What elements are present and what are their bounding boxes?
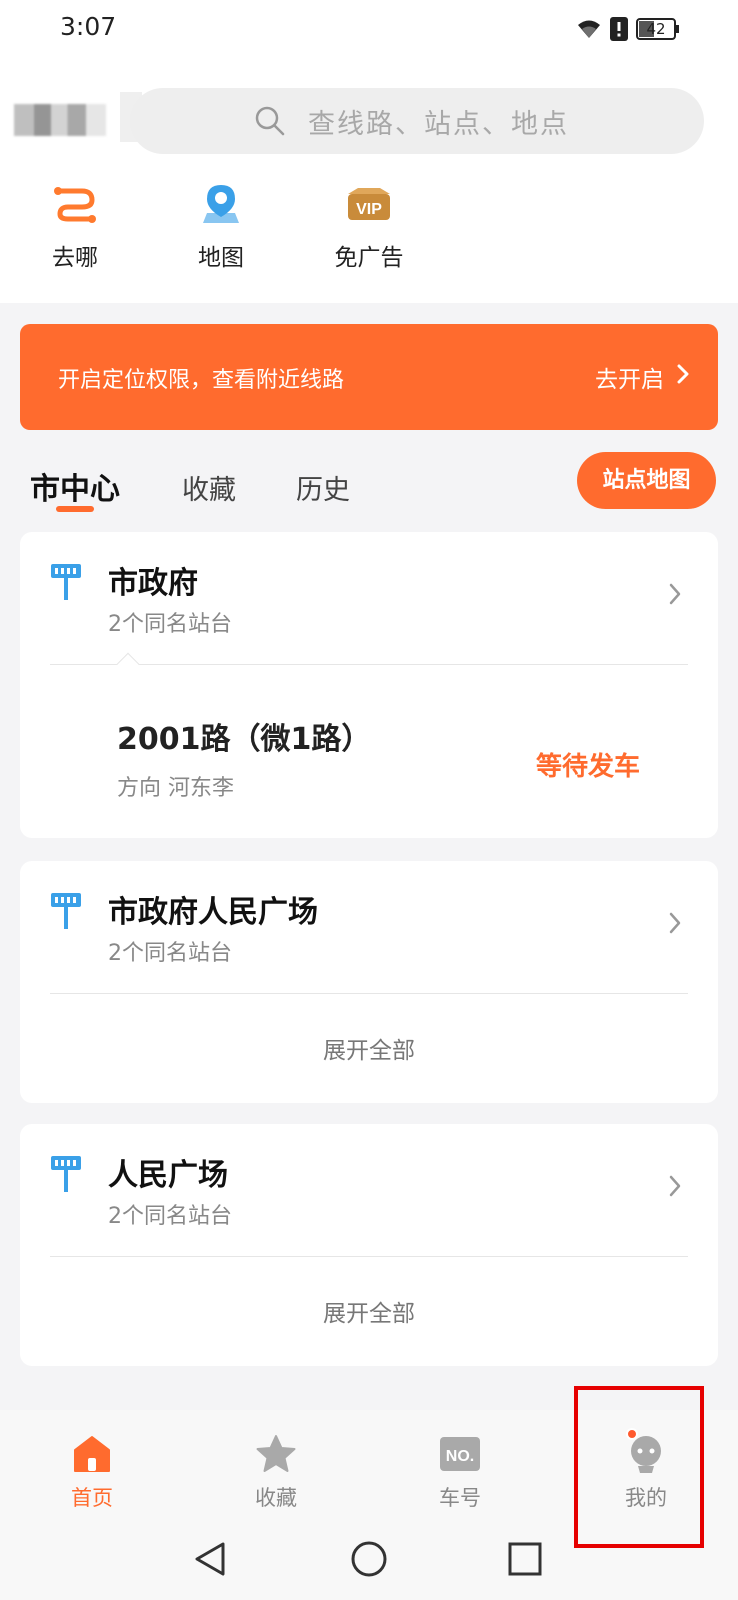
- expand-all-button[interactable]: 展开全部: [20, 1294, 718, 1328]
- stop-card[interactable]: 市政府人民广场 2个同名站台 展开全部: [20, 861, 718, 1103]
- bus-stop-icon: [50, 1154, 82, 1198]
- route-icon: [47, 180, 103, 230]
- status-bar: 3:07 42: [0, 0, 738, 58]
- divider: [50, 1256, 688, 1257]
- bus-stop-icon: [50, 562, 82, 606]
- quick-action-label: 地图: [198, 245, 244, 271]
- home-icon: [70, 1432, 114, 1476]
- star-icon: [254, 1432, 298, 1476]
- highlight-annotation: [574, 1386, 704, 1548]
- divider: [50, 664, 688, 665]
- divider: [50, 993, 688, 994]
- divider-notch: [116, 652, 140, 676]
- vip-icon: VIP: [341, 180, 397, 230]
- back-icon[interactable]: [193, 1540, 227, 1582]
- expand-all-button[interactable]: 展开全部: [20, 1031, 718, 1065]
- nav-label: 收藏: [255, 1486, 297, 1510]
- banner-action-button[interactable]: 去开启: [595, 360, 690, 394]
- nav-favorites[interactable]: 收藏: [216, 1432, 336, 1512]
- active-tab-indicator: [56, 506, 94, 512]
- home-circle-icon[interactable]: [350, 1540, 388, 1582]
- quick-action-where[interactable]: 去哪: [20, 180, 130, 280]
- chevron-right-icon[interactable]: [668, 1174, 682, 1202]
- top-section: 3:07 42 查线路、站点、地点 去哪 地图 VIP 免广告: [0, 0, 738, 303]
- quick-action-map[interactable]: 地图: [166, 180, 276, 280]
- chevron-right-icon[interactable]: [668, 911, 682, 939]
- station-map-button[interactable]: 站点地图: [577, 452, 716, 509]
- status-icons: 42: [576, 16, 680, 42]
- stop-name: 人民广场: [108, 1158, 228, 1193]
- nav-label: 车号: [439, 1486, 481, 1510]
- status-time: 3:07: [60, 12, 117, 41]
- quick-action-label: 去哪: [52, 245, 98, 271]
- svg-text:NO.: NO.: [446, 1448, 474, 1465]
- tab-history[interactable]: 历史: [296, 468, 350, 507]
- nav-home[interactable]: 首页: [32, 1432, 152, 1512]
- tab-city-center[interactable]: 市中心: [30, 464, 120, 508]
- quick-action-vip[interactable]: VIP 免广告: [314, 180, 424, 280]
- search-placeholder: 查线路、站点、地点: [308, 109, 569, 140]
- wifi-icon: [576, 18, 602, 40]
- stop-platform-count: 2个同名站台: [108, 941, 232, 966]
- search-input[interactable]: 查线路、站点、地点: [130, 88, 704, 154]
- stop-name: 市政府: [108, 566, 198, 601]
- route-status: 等待发车: [535, 752, 640, 782]
- location-permission-banner[interactable]: 开启定位权限，查看附近线路 去开启: [20, 324, 718, 430]
- nav-label: 首页: [71, 1486, 113, 1510]
- battery-level: 42: [646, 20, 666, 38]
- tab-favorites[interactable]: 收藏: [182, 468, 236, 507]
- route-direction: 方向 河东李: [117, 776, 234, 801]
- stop-platform-count: 2个同名站台: [108, 612, 232, 637]
- quick-action-label: 免广告: [334, 245, 404, 271]
- avatar[interactable]: [14, 104, 106, 136]
- bus-stop-icon: [50, 891, 82, 935]
- stop-name: 市政府人民广场: [108, 895, 318, 930]
- alert-icon: [610, 17, 628, 41]
- chevron-right-icon[interactable]: [668, 582, 682, 610]
- route-name[interactable]: 2001路（微1路）: [117, 714, 371, 758]
- map-pin-icon: [193, 180, 249, 230]
- recent-apps-icon[interactable]: [508, 1542, 542, 1580]
- banner-text: 开启定位权限，查看附近线路: [58, 368, 345, 393]
- banner-action-label: 去开启: [595, 367, 664, 393]
- bus-number-icon: NO.: [438, 1432, 482, 1476]
- search-icon: [254, 105, 286, 141]
- stop-card[interactable]: 市政府 2个同名站台 2001路（微1路） 方向 河东李 等待发车: [20, 532, 718, 838]
- svg-text:VIP: VIP: [356, 201, 382, 218]
- nav-bus-number[interactable]: NO. 车号: [400, 1432, 520, 1512]
- stop-platform-count: 2个同名站台: [108, 1204, 232, 1229]
- system-navigation-bar: [0, 1530, 738, 1600]
- chevron-right-icon: [676, 363, 690, 391]
- battery-icon: 42: [636, 18, 680, 40]
- stop-card[interactable]: 人民广场 2个同名站台 展开全部: [20, 1124, 718, 1366]
